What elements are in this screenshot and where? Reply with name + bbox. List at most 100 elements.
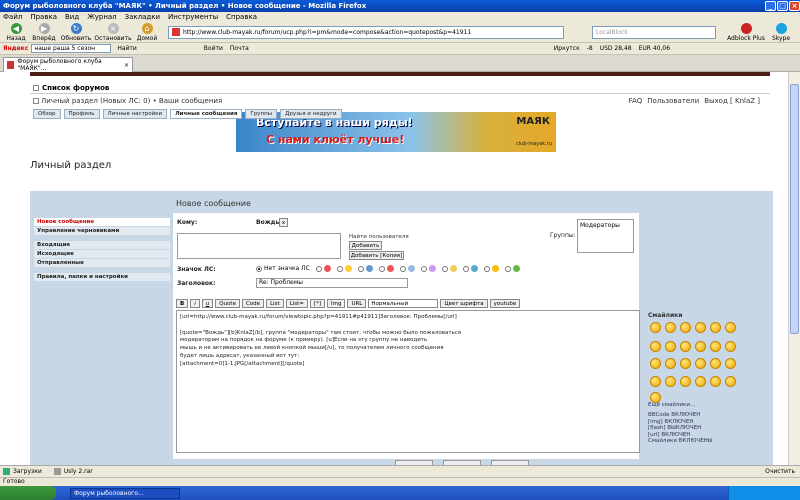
smiley-icon[interactable] [710,341,721,352]
smiley-icon[interactable] [725,341,736,352]
tab-private-messages[interactable]: Личные сообщения [170,109,243,119]
icon-radio-5[interactable] [399,265,406,272]
icon-radio-7[interactable] [441,265,448,272]
add-copy-button[interactable]: Добавить [Копия] [349,251,404,260]
menu-file[interactable]: Файл [3,13,22,21]
smiley-icon[interactable] [725,358,736,369]
page-scrollbar[interactable] [788,72,800,465]
yandex-search-input[interactable]: наше раша 5 сезон [31,44,112,53]
smiley-icon[interactable] [695,376,706,387]
url-button[interactable]: URL [347,299,367,308]
taskbar-firefox-item[interactable]: Форум рыболовного... [70,487,180,499]
address-bar[interactable]: http://www.club-mayak.ru/forum/ucp.php?i… [168,25,564,39]
menu-history[interactable]: Журнал [87,13,116,21]
close-window-button[interactable]: × [789,1,800,11]
clear-downloads-button[interactable]: Очистить [765,468,795,475]
subject-input[interactable]: Re: Проблемы [256,278,408,288]
smiley-icon[interactable] [680,358,691,369]
groups-option-moderators[interactable]: Модераторы [580,222,620,229]
list-button[interactable]: List [266,299,284,308]
recipient-name[interactable]: Вождь [256,219,279,226]
tab-profile[interactable]: Профиль [63,109,100,119]
tab-overview[interactable]: Обзор [33,109,61,119]
smiley-icon[interactable] [665,322,676,333]
smiley-icon[interactable] [680,376,691,387]
quote-button[interactable]: Quote [215,299,240,308]
reload-button[interactable]: ↻ Обновить [58,22,94,42]
add-button[interactable]: Добавить [349,241,382,250]
download-item[interactable]: Usly 2.rar [53,468,93,475]
menu-edit[interactable]: Правка [30,13,57,21]
sidebar-item-drafts[interactable]: Управление черновиками [34,227,170,236]
menu-view[interactable]: Вид [65,13,79,21]
back-button[interactable]: ◀ Назад [2,22,30,42]
bold-button[interactable]: B [176,299,189,308]
list-item-button[interactable]: [*] [309,299,325,308]
smiley-icon[interactable] [650,376,661,387]
maximize-button[interactable]: □ [777,1,788,11]
no-icon-radio[interactable] [256,265,262,272]
forward-button[interactable]: ▶ Вперёд [30,22,58,42]
tab-preferences[interactable]: Личные настройки [102,109,168,119]
menu-bookmarks[interactable]: Закладки [125,13,160,21]
yandex-login-button[interactable]: Войти [204,45,223,52]
icon-radio-1[interactable] [315,265,322,272]
icon-radio-6[interactable] [420,265,427,272]
faq-link[interactable]: FAQ [629,97,643,105]
img-button[interactable]: Img [326,299,346,308]
underline-button[interactable]: u [201,299,214,308]
remove-recipient-button[interactable]: x [279,218,288,227]
browser-tab[interactable]: Форум рыболовного клуба "МАЯК"... × [3,57,133,72]
home-button[interactable]: ⌂ Домой [132,22,162,42]
smiley-icon[interactable] [650,341,661,352]
smiley-icon[interactable] [695,358,706,369]
yandex-logo[interactable]: Яндекс [3,45,28,52]
icon-radio-9[interactable] [483,265,490,272]
smiley-icon[interactable] [710,322,721,333]
stop-button[interactable]: × Остановить [94,22,132,42]
tab-groups[interactable]: Группы [245,109,278,119]
icon-radio-8[interactable] [462,265,469,272]
recipient-textarea[interactable] [177,233,341,259]
icon-radio-4[interactable] [378,265,385,272]
downloads-button[interactable]: Загрузки [3,468,42,475]
more-smilies-link[interactable]: Ещё смайлики... [648,402,695,408]
skype-button[interactable]: Skype [766,22,796,42]
smiley-icon[interactable] [665,376,676,387]
icon-radio-10[interactable] [504,265,511,272]
find-user-link[interactable]: Найти пользователя [349,234,409,240]
smiley-icon[interactable] [725,376,736,387]
ordered-list-button[interactable]: List= [285,299,308,308]
groups-select[interactable]: Модераторы [577,219,634,253]
forum-list-link[interactable]: Список форумов [33,84,109,92]
sidebar-item-rules[interactable]: Правила, папки и настройки [34,273,170,282]
sidebar-item-new-message[interactable]: Новое сообщение [34,218,170,227]
icon-radio-3[interactable] [357,265,364,272]
font-color-button[interactable]: Цвет шрифта [440,299,488,308]
start-button[interactable] [0,486,56,500]
menu-tools[interactable]: Инструменты [168,13,218,21]
smiley-icon[interactable] [695,341,706,352]
code-button[interactable]: Code [241,299,265,308]
smiley-icon[interactable] [650,322,661,333]
users-link[interactable]: Пользователи [647,97,699,105]
message-editor[interactable]: [url=http://www.club-mayak.ru/forum/view… [176,310,640,453]
smiley-icon[interactable] [665,358,676,369]
font-size-select[interactable]: Нормальный [368,299,439,308]
logout-link[interactable]: Выход [ KnlaZ ] [704,97,760,105]
smiley-icon[interactable] [680,322,691,333]
adblock-button[interactable]: Adblock Plus [726,22,766,42]
yandex-mail-button[interactable]: Почта [230,45,249,52]
smiley-icon[interactable] [650,358,661,369]
yandex-find-button[interactable]: Найти [117,45,136,52]
smiley-icon[interactable] [665,341,676,352]
sidebar-item-outbox[interactable]: Исходящие [34,250,170,259]
smiley-icon[interactable] [710,358,721,369]
italic-button[interactable]: i [190,299,200,308]
breadcrumb-text[interactable]: Личный раздел (Новых ЛС: 0) • Ваши сообщ… [41,97,222,105]
smiley-icon[interactable] [680,341,691,352]
search-box[interactable]: LocalBlock [592,25,716,39]
smiley-icon[interactable] [710,376,721,387]
sidebar-item-sent[interactable]: Отправленные [34,259,170,268]
minimize-button[interactable]: _ [765,1,776,11]
